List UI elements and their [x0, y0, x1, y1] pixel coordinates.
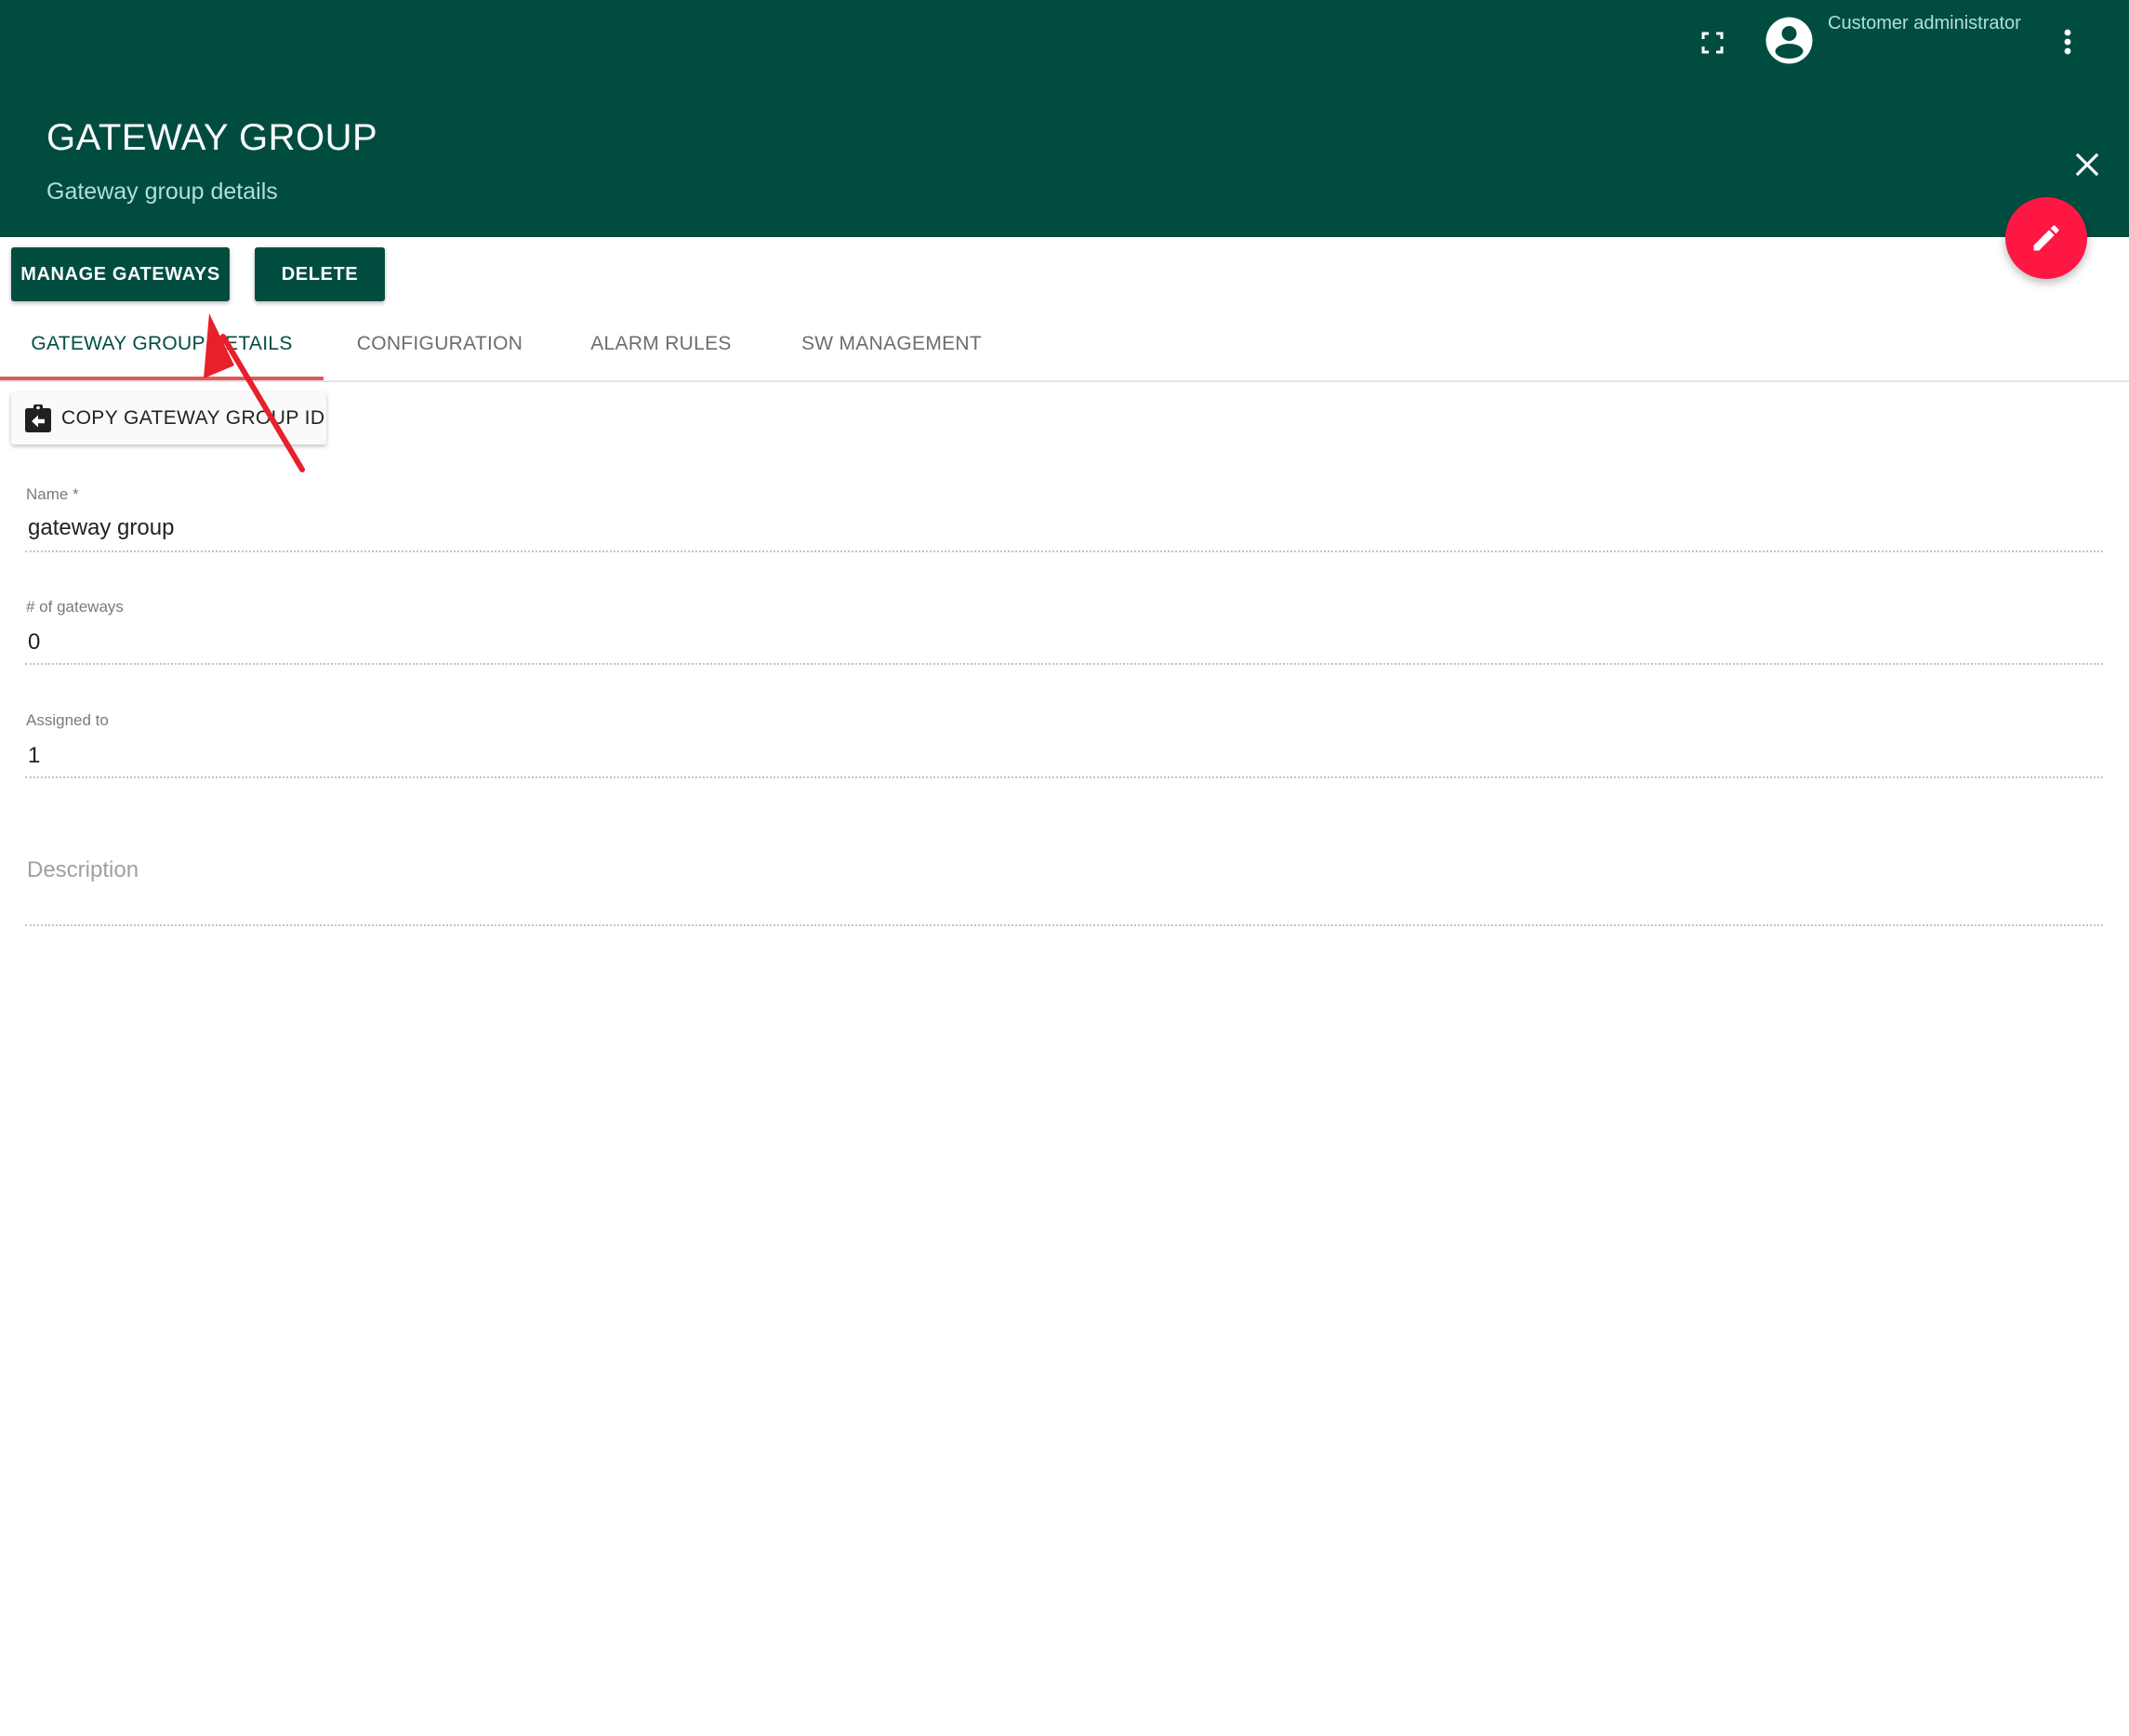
account-circle-icon [1765, 17, 1813, 64]
copy-gateway-group-id-button[interactable]: COPY GATEWAY GROUP ID [11, 392, 326, 444]
pencil-icon [2033, 225, 2059, 251]
tab-configuration[interactable]: CONFIGURATION [335, 307, 545, 380]
assigned-to-label: Assigned to [26, 711, 109, 729]
page-title: GATEWAY GROUP [46, 117, 378, 158]
assigned-to-underline [25, 776, 2103, 778]
tab-label: SW MANAGEMENT [800, 332, 983, 354]
description-field[interactable]: Description [25, 855, 2103, 930]
fullscreen-icon [1701, 32, 1724, 54]
description-underline [25, 924, 2103, 926]
edit-button[interactable] [2005, 197, 2087, 279]
close-button[interactable] [2071, 149, 2103, 180]
assigned-to-field: Assigned to 1 [25, 711, 2103, 781]
more-vert-icon [2064, 29, 2071, 55]
name-input[interactable]: gateway group [28, 515, 174, 541]
close-icon [2075, 152, 2099, 177]
tab-label: GATEWAY GROUP DETAILS [31, 332, 293, 354]
gateway-count-field: # of gateways 0 [25, 598, 2103, 668]
user-avatar[interactable] [1765, 17, 1813, 64]
tab-bar: GATEWAY GROUP DETAILS CONFIGURATION ALAR… [0, 307, 2129, 382]
name-underline [25, 550, 2103, 552]
copy-button-label: COPY GATEWAY GROUP ID [61, 407, 325, 429]
name-label: Name * [26, 485, 79, 503]
tab-alarm-rules[interactable]: ALARM RULES [558, 307, 764, 380]
page-header: Customer administrator GATEWAY GROUP Gat… [0, 0, 2129, 237]
manage-gateways-button[interactable]: MANAGE GATEWAYS [11, 247, 230, 301]
gateway-count-value: 0 [28, 629, 41, 655]
assigned-to-value: 1 [28, 743, 41, 768]
tab-sw-management[interactable]: SW MANAGEMENT [781, 307, 1002, 380]
more-options-button[interactable] [2053, 24, 2083, 61]
delete-button[interactable]: DELETE [255, 247, 385, 301]
active-tab-indicator [0, 377, 324, 380]
user-name[interactable]: Customer administrator [1828, 13, 2021, 34]
gateway-count-label: # of gateways [26, 598, 124, 616]
page-subtitle: Gateway group details [46, 179, 278, 205]
description-placeholder[interactable]: Description [27, 857, 139, 883]
tab-label: ALARM RULES [590, 332, 732, 354]
gateway-count-underline [25, 663, 2103, 665]
tab-gateway-group-details[interactable]: GATEWAY GROUP DETAILS [0, 307, 324, 380]
assignment-return-icon [25, 404, 51, 432]
fullscreen-button[interactable] [1696, 26, 1729, 60]
tab-label: CONFIGURATION [356, 332, 523, 354]
name-field[interactable]: Name * gateway group [25, 485, 2103, 555]
